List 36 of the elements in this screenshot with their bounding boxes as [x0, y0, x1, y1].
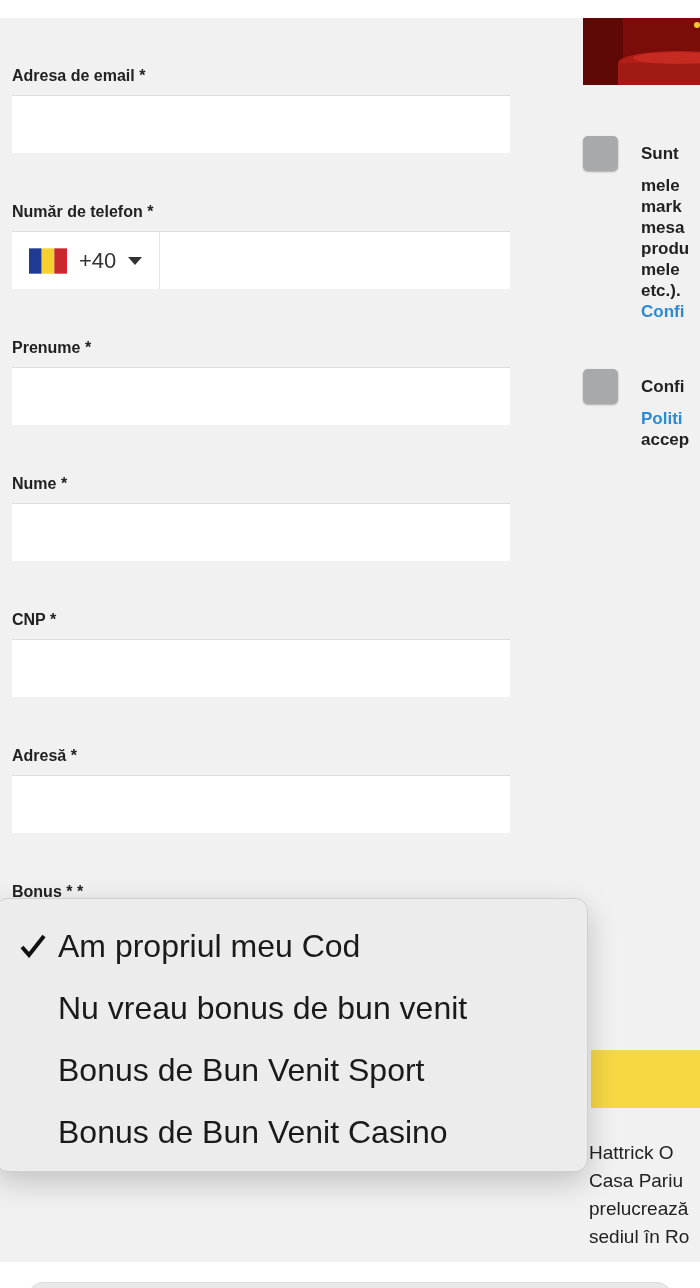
check-icon [20, 934, 46, 958]
field-label: CNP * [12, 610, 57, 630]
consent-text: accep [641, 429, 690, 450]
input-field[interactable] [12, 639, 510, 697]
caret-icon [128, 256, 143, 265]
field-label: Adresă * [12, 746, 77, 766]
phone-field[interactable]: +40 [12, 231, 510, 289]
consent-text: produ [641, 238, 690, 259]
consent-text: Sunt [641, 143, 679, 165]
menu-option[interactable]: Bonus de Bun Venit Sport [0, 1039, 587, 1101]
legal-text: Casa Pariu [589, 1169, 684, 1193]
menu-option[interactable]: Bonus de Bun Venit Casino [0, 1101, 587, 1163]
field-label: Nume * [12, 474, 68, 494]
legal-text: sediul în Ro [589, 1225, 691, 1249]
input-field[interactable] [12, 367, 510, 425]
consent-text: mesa [641, 217, 685, 238]
consent-text: Confi [641, 376, 685, 398]
input-field[interactable] [12, 775, 510, 833]
menu-option[interactable]: Nu vreau bonus de bun venit [0, 977, 587, 1039]
checkbox[interactable] [583, 369, 618, 404]
field-label: Adresa de email * [12, 66, 146, 86]
field-label: Bonus * * [12, 882, 84, 902]
flag-icon [29, 247, 67, 274]
consent-text: etc.). [641, 280, 681, 301]
legal-text: Hattrick O [589, 1141, 675, 1165]
menu-option[interactable]: Am propriul meu Cod [0, 915, 587, 977]
consent-text: mele [641, 259, 680, 280]
input-field[interactable] [12, 503, 510, 561]
input-field[interactable] [12, 95, 510, 153]
consent-text: mele [641, 175, 680, 196]
checkbox[interactable] [583, 136, 618, 171]
submit-button[interactable] [591, 1050, 700, 1108]
consent-text: mark [641, 196, 682, 217]
field-label: Prenume * [12, 338, 92, 358]
field-label: Număr de telefon * [12, 202, 154, 222]
legal-text: prelucrează [589, 1197, 690, 1221]
